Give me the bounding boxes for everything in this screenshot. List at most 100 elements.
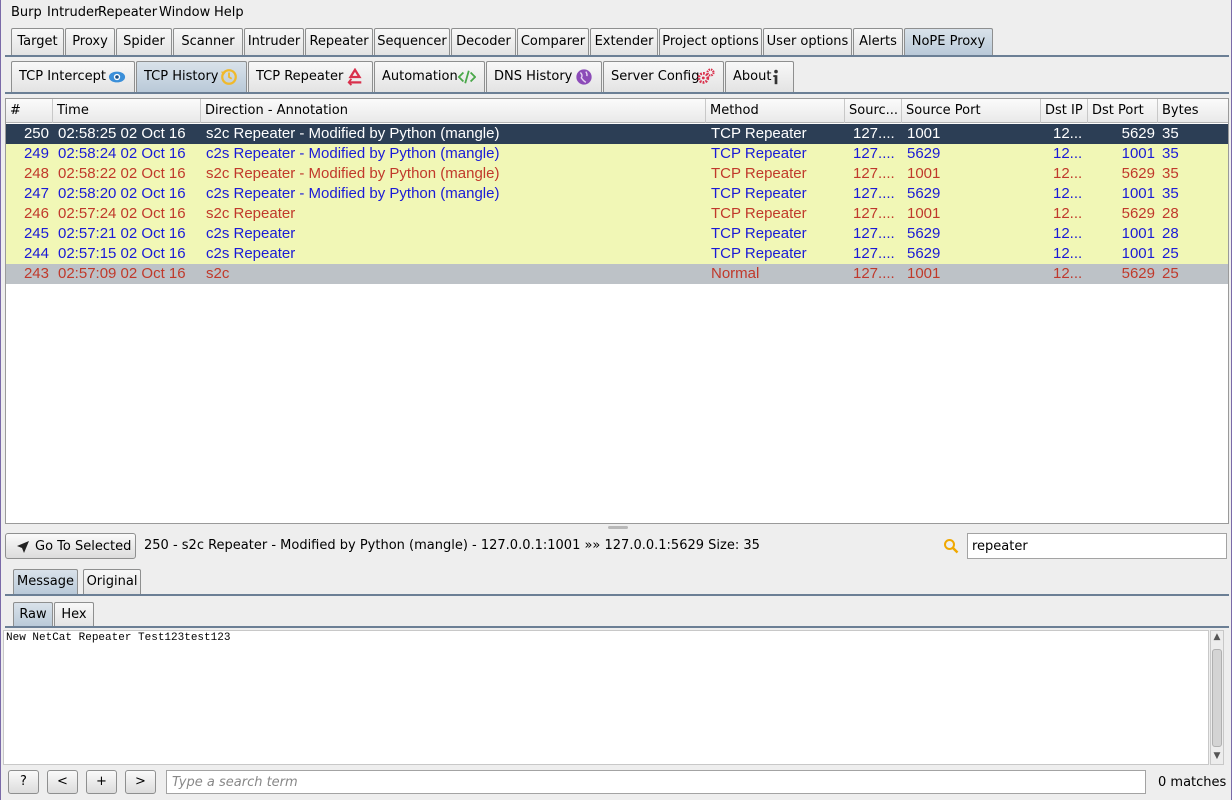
table-row[interactable]: 250 02:58:25 02 Oct 16 s2c Repeater - Modi… (6, 124, 1228, 144)
tab-alerts[interactable]: Alerts (853, 28, 903, 55)
tab-tcp-history[interactable]: TCP History (136, 61, 247, 92)
cell-time: 02:57:24 02 Oct 16 (58, 205, 186, 222)
tab-comparer[interactable]: Comparer (517, 28, 589, 55)
menu-intruder[interactable]: Intruder (47, 5, 99, 20)
column-header-bytes[interactable]: Bytes (1158, 99, 1228, 123)
tab-server-config[interactable]: Server Config (603, 61, 724, 92)
tab-project-options[interactable]: Project options (659, 28, 762, 55)
gears-icon (697, 68, 715, 84)
tab-about[interactable]: About (725, 61, 794, 92)
tab-label: NoPE Proxy (911, 34, 986, 49)
next-match-button[interactable]: > (125, 770, 156, 794)
cell-direction: s2c Repeater (206, 205, 296, 222)
tab-user-options[interactable]: User options (763, 28, 852, 55)
tab-dns-history[interactable]: DNS History (486, 61, 602, 92)
add-button[interactable]: + (86, 770, 117, 794)
tab-label: Comparer (520, 34, 586, 49)
search-icon (944, 539, 959, 554)
menu-burp[interactable]: Burp (11, 5, 42, 20)
cell-dst-port: 5629 (1121, 205, 1155, 222)
previous-match-button[interactable]: < (47, 770, 78, 794)
tab-original[interactable]: Original (83, 569, 141, 594)
cell-bytes: 28 (1162, 225, 1179, 242)
tab-hex[interactable]: Hex (54, 602, 94, 627)
table-row[interactable]: 246 02:57:24 02 Oct 16 s2c Repeater TCP Rep… (6, 204, 1228, 224)
tab-raw[interactable]: Raw (13, 602, 53, 627)
table-row[interactable]: 243 02:57:09 02 Oct 16 s2c Normal 127.... 100… (6, 264, 1228, 284)
column-header-method[interactable]: Method (706, 99, 845, 123)
tab-label: Intruder (247, 34, 301, 49)
column-header-time[interactable]: Time (53, 99, 201, 123)
tab-target[interactable]: Target (11, 28, 64, 55)
divider-grip[interactable] (608, 526, 628, 529)
tab-scanner[interactable]: Scanner (173, 28, 243, 55)
table-row[interactable]: 247 02:58:20 02 Oct 16 c2s Repeater - Modi… (6, 184, 1228, 204)
menu-repeater[interactable]: Repeater (98, 5, 157, 20)
cell-dst-ip: 12... (1053, 225, 1083, 242)
tab-intruder[interactable]: Intruder (244, 28, 304, 55)
column-header-dst-ip[interactable]: Dst IP (1041, 99, 1088, 123)
cell-number: 244 (23, 245, 49, 262)
cell-dst-ip: 12... (1053, 125, 1083, 142)
tab-nope-proxy[interactable]: NoPE Proxy (904, 28, 993, 55)
tab-tcp-repeater[interactable]: TCP Repeater (248, 61, 373, 92)
column-header-dst-port[interactable]: Dst Port (1088, 99, 1158, 123)
cell-direction: s2c (206, 265, 230, 282)
column-header-number[interactable]: # (6, 99, 53, 123)
tab-label: Extender (594, 34, 654, 49)
cell-dst-ip: 12... (1053, 265, 1083, 282)
tab-label: Hex (61, 607, 87, 622)
tab-label: About (733, 69, 772, 84)
column-header-source-port[interactable]: Source Port (902, 99, 1041, 123)
go-to-selected-button[interactable]: Go To Selected (5, 533, 136, 559)
cell-source-ip: 127.... (853, 145, 895, 162)
column-header-source-ip[interactable]: Sourc... (845, 99, 902, 123)
info-icon (773, 69, 778, 85)
cell-source-port: 1001 (907, 205, 941, 222)
menu-help[interactable]: Help (214, 5, 244, 20)
message-editor[interactable]: New NetCat Repeater Test123test123 (3, 630, 1209, 765)
code-icon (458, 70, 476, 84)
cell-source-ip: 127.... (853, 185, 895, 202)
cell-time: 02:57:21 02 Oct 16 (58, 225, 186, 242)
button-label: Go To Selected (35, 539, 132, 554)
table-row[interactable]: 249 02:58:24 02 Oct 16 c2s Repeater - Modi… (6, 144, 1228, 164)
tab-label: Scanner (181, 34, 235, 49)
scroll-up-icon[interactable]: ▲ (1211, 632, 1223, 644)
tcp-history-table[interactable]: # Time Direction - Annotation Method Sou… (5, 98, 1229, 524)
tab-label: Project options (662, 34, 759, 49)
table-row[interactable]: 248 02:58:22 02 Oct 16 s2c Repeater - Modi… (6, 164, 1228, 184)
column-header-direction[interactable]: Direction - Annotation (201, 99, 706, 123)
message-search-box[interactable] (166, 770, 1146, 794)
tab-label: TCP Intercept (19, 69, 106, 84)
cell-method: TCP Repeater (711, 165, 807, 182)
cell-number: 249 (23, 145, 49, 162)
tab-automation[interactable]: Automation (374, 61, 485, 92)
cell-number: 245 (23, 225, 49, 242)
cell-dst-ip: 12... (1053, 145, 1083, 162)
tab-repeater[interactable]: Repeater (305, 28, 373, 55)
tab-label: Original (86, 574, 138, 589)
tab-label: Sequencer (377, 34, 447, 49)
menu-window[interactable]: Window (159, 5, 210, 20)
scrollbar-thumb[interactable] (1212, 649, 1222, 747)
tab-message[interactable]: Message (13, 569, 78, 594)
history-filter-input[interactable]: repeater (967, 533, 1227, 559)
table-row[interactable]: 245 02:57:21 02 Oct 16 c2s Repeater TCP Rep… (6, 224, 1228, 244)
cell-direction: s2c Repeater - Modified by Python (mangl… (206, 165, 500, 182)
cell-dst-port: 5629 (1121, 125, 1155, 142)
tab-decoder[interactable]: Decoder (451, 28, 516, 55)
tab-extender[interactable]: Extender (590, 28, 658, 55)
tab-sequencer[interactable]: Sequencer (374, 28, 450, 55)
help-button[interactable]: ? (8, 770, 39, 794)
tab-proxy[interactable]: Proxy (65, 28, 115, 55)
editor-scrollbar[interactable]: ▲ ▼ (1210, 630, 1224, 765)
split-pane-divider[interactable] (5, 525, 1229, 531)
tab-spider[interactable]: Spider (116, 28, 172, 55)
message-search-input[interactable] (172, 775, 1132, 790)
table-row[interactable]: 244 02:57:15 02 Oct 16 c2s Repeater TCP Rep… (6, 244, 1228, 264)
scroll-down-icon[interactable]: ▼ (1211, 751, 1223, 763)
tab-divider (5, 626, 1229, 628)
cell-bytes: 35 (1162, 145, 1179, 162)
tab-tcp-intercept[interactable]: TCP Intercept (11, 61, 135, 92)
